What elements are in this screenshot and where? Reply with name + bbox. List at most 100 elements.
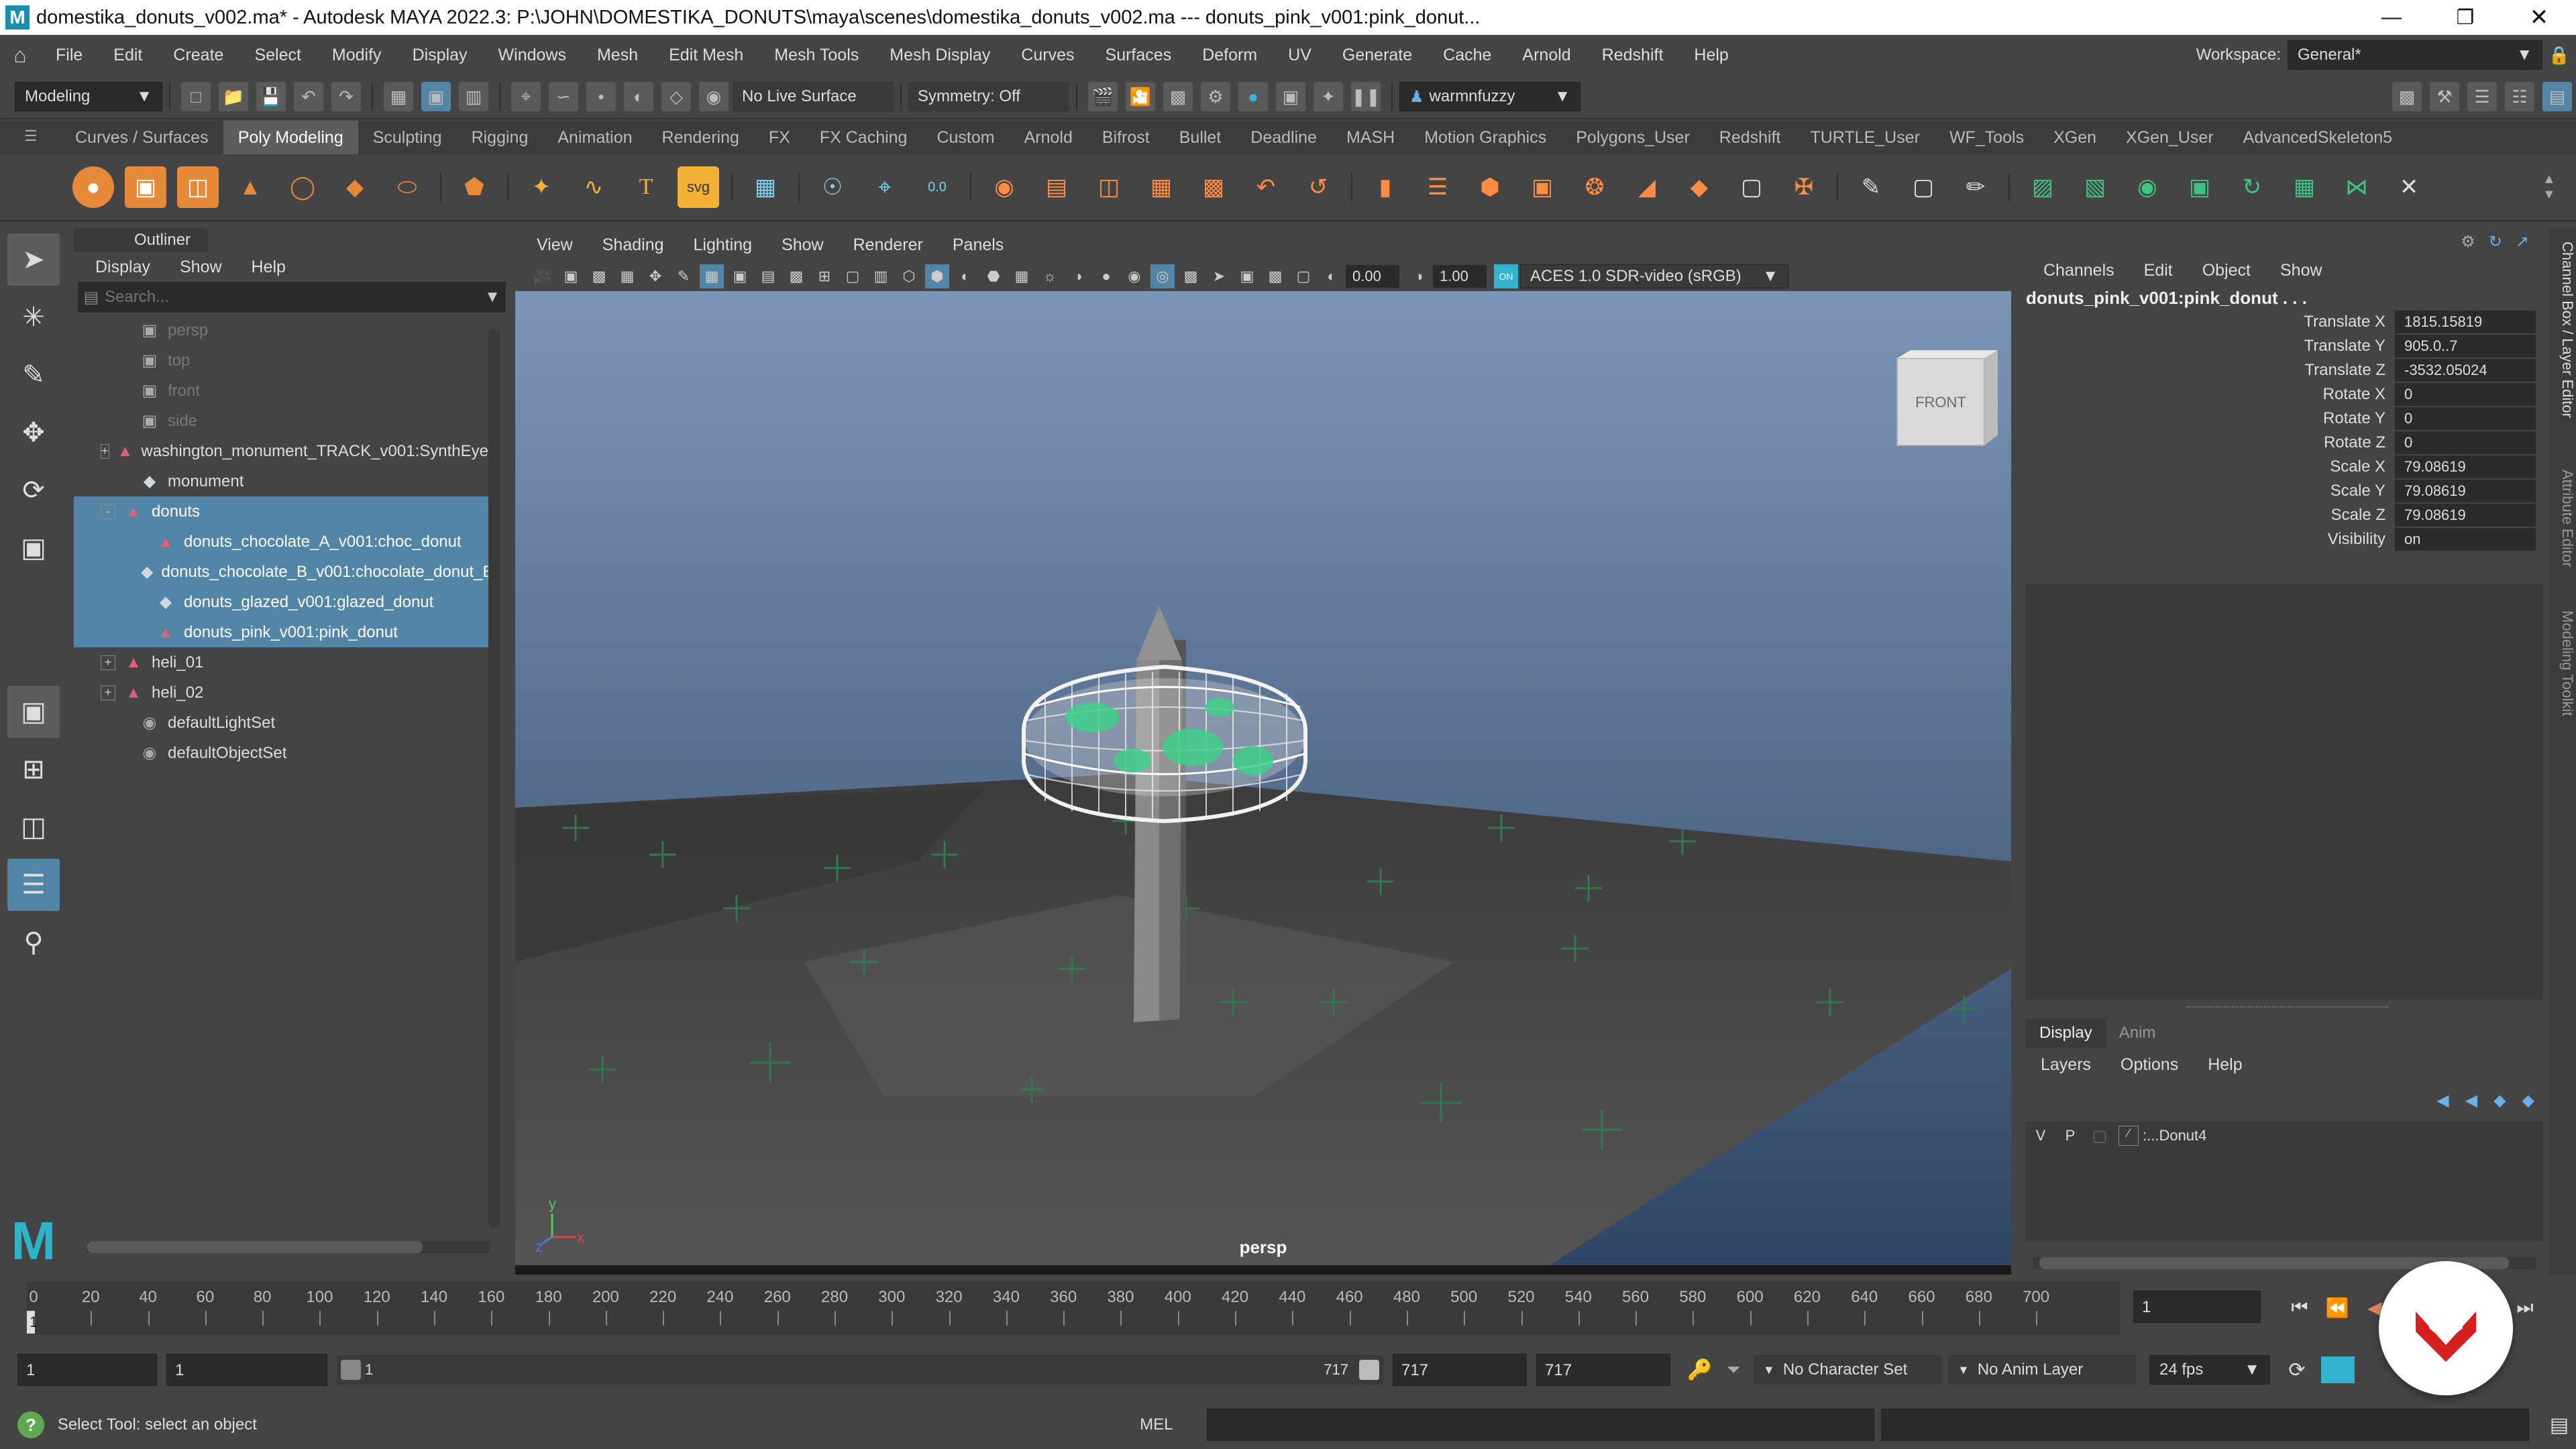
display-layer-row[interactable]: V P ▢ ∕ :...Donut4 (2026, 1122, 2542, 1150)
channel-row[interactable]: Translate Z -3532.05024 (2019, 358, 2549, 382)
paint-select-icon[interactable]: ✎ (7, 349, 60, 401)
channel-box-sync-icon[interactable]: ↻ (2489, 232, 2502, 252)
expand-toggle[interactable]: + (101, 655, 115, 670)
channel-row[interactable]: Rotate Y0 (2019, 407, 2549, 431)
expand-toggle[interactable]: + (101, 685, 115, 700)
make-live-icon[interactable]: ◉ (699, 82, 729, 111)
select-tool-icon[interactable]: ➤ (7, 233, 60, 286)
camera-attributes-icon[interactable]: ▣ (559, 264, 583, 288)
extrude-icon[interactable]: ▮ (1364, 166, 1406, 208)
go-to-start-icon[interactable]: ⏮ (2281, 1297, 2318, 1319)
outliner-menu-display[interactable]: Display (80, 252, 165, 282)
safe-title-icon[interactable]: ▥ (869, 264, 893, 288)
redo-icon[interactable]: ↷ (331, 82, 361, 111)
channel-label[interactable]: Scale X (2019, 458, 2395, 476)
shelf-tab-arnold[interactable]: Arnold (1010, 121, 1087, 154)
viewport-menu-renderer[interactable]: Renderer (839, 228, 938, 262)
open-scene-icon[interactable]: 📁 (219, 82, 248, 111)
view-cube[interactable]: FRONT (1896, 350, 1998, 446)
cut-uv-icon[interactable]: ✕ (2388, 166, 2430, 208)
shelf-tab-bullet[interactable]: Bullet (1165, 121, 1236, 154)
textured-icon[interactable]: ▦ (1010, 264, 1034, 288)
isolate-select-icon[interactable]: ➤ (1207, 264, 1231, 288)
poke-icon[interactable]: ▣ (1521, 166, 1563, 208)
cache-playback-icon[interactable] (2321, 1356, 2355, 1383)
render-frame-icon[interactable]: 🎦 (1126, 82, 1155, 111)
outliner-item[interactable]: ◉ defaultLightSet (74, 708, 488, 738)
two-view-layout-icon[interactable]: ◫ (7, 801, 60, 853)
shelf-tab-fx[interactable]: FX (754, 121, 805, 154)
bevel-icon[interactable]: ⬢ (1469, 166, 1511, 208)
menu-mesh[interactable]: Mesh (582, 35, 653, 75)
channel-label[interactable]: Translate Z (2019, 361, 2395, 380)
layer-menu-layers[interactable]: Layers (2026, 1049, 2106, 1080)
append-polygon-icon[interactable]: ✠ (1783, 166, 1825, 208)
shelf-tab-poly-modeling[interactable]: Poly Modeling (223, 121, 358, 154)
target-weld-icon[interactable]: ▢ (1902, 166, 1944, 208)
outliner-item[interactable]: - ▲ donuts (74, 496, 488, 527)
exposure-field[interactable]: 0.00 (1346, 265, 1399, 288)
shelf-settings-icon[interactable]: ☰ (24, 127, 44, 148)
render-view-icon[interactable]: 🎬 (1088, 82, 1118, 111)
outliner-item[interactable]: ◉ defaultObjectSet (74, 738, 488, 768)
channel-label[interactable]: Translate Y (2019, 337, 2395, 356)
spherical-uv-icon[interactable]: ◉ (2127, 166, 2168, 208)
expand-toggle[interactable]: + (101, 443, 109, 459)
channel-row[interactable]: Visibility on (2019, 527, 2549, 551)
shelf-tab-wf-tools[interactable]: WF_Tools (1935, 121, 2039, 154)
channel-value-field[interactable]: -3532.05024 (2395, 359, 2536, 382)
menu-select[interactable]: Select (239, 35, 316, 75)
menu-cache[interactable]: Cache (1428, 35, 1507, 75)
wireframe-icon[interactable]: ⬡ (897, 264, 921, 288)
automatic-uv-icon[interactable]: ▣ (2179, 166, 2220, 208)
channel-value-field[interactable]: 79.08619 (2395, 480, 2536, 502)
key-icon[interactable]: ⏷ (1720, 1359, 1747, 1381)
mel-label[interactable]: MEL (1140, 1415, 1193, 1434)
search-icon[interactable]: ⚲ (7, 916, 60, 969)
menu-edit[interactable]: Edit (98, 35, 158, 75)
xray-components-icon[interactable]: ▢ (1291, 264, 1316, 288)
ipr-render-icon[interactable]: ▩ (1163, 82, 1193, 111)
outliner-item[interactable]: ▣ persp (74, 315, 488, 345)
boolean-icon[interactable]: ▩ (1193, 166, 1234, 208)
poly-plane-icon[interactable]: ◆ (334, 166, 376, 208)
default-material-icon[interactable]: ◐ (953, 264, 977, 288)
attribute-editor-icon[interactable]: ☰ (2467, 82, 2497, 111)
sew-uv-icon[interactable]: ⋈ (2336, 166, 2377, 208)
layer-tab-anim[interactable]: Anim (2106, 1018, 2169, 1048)
outliner-item[interactable]: ▲ donuts_chocolate_A_v001:choc_donut (74, 527, 488, 557)
shelf-tab-redshift[interactable]: Redshift (1705, 121, 1796, 154)
separate-icon[interactable]: ▤ (1036, 166, 1077, 208)
viewport-menu-show[interactable]: Show (767, 228, 839, 262)
expand-toggle[interactable]: - (101, 504, 115, 519)
minimize-button[interactable]: — (2355, 6, 2428, 29)
channel-label[interactable]: Visibility (2019, 530, 2395, 549)
auto-key-icon[interactable]: 🔑 (1680, 1358, 1720, 1382)
shelf-tab-advancedskeleton5[interactable]: AdvancedSkeleton5 (2229, 121, 2407, 154)
new-layer-icon[interactable]: ◆ (2493, 1091, 2506, 1110)
outliner-item[interactable]: ◆ donuts_chocolate_B_v001:chocolate_donut… (74, 557, 488, 587)
poly-sphere-icon[interactable]: ● (72, 166, 114, 208)
outliner-item[interactable]: + ▲ heli_01 (74, 647, 488, 678)
channel-value-field[interactable]: on (2395, 528, 2536, 551)
channel-box-menu-show[interactable]: Show (2265, 255, 2337, 286)
fill-hole-icon[interactable]: ▢ (1731, 166, 1772, 208)
use-lights-icon[interactable]: ☼ (1038, 264, 1062, 288)
mirror-icon[interactable]: ↶ (1245, 166, 1287, 208)
shelf-tab-custom[interactable]: Custom (922, 121, 1009, 154)
gamma-field[interactable]: 1.00 (1433, 265, 1487, 288)
xray-icon[interactable]: ▣ (1235, 264, 1259, 288)
layer-tab-display[interactable]: Display (2026, 1018, 2106, 1048)
outliner-scrollbar[interactable] (488, 329, 500, 1228)
combine-icon[interactable]: ◉ (983, 166, 1025, 208)
channel-value-field[interactable]: 1815.15819 (2395, 311, 2536, 333)
lasso-tool-icon[interactable]: ✳ (7, 291, 60, 343)
poly-cylinder-icon[interactable]: ◫ (177, 166, 219, 208)
shelf-scroll-icon[interactable]: ▲ ▼ (2542, 172, 2563, 203)
menu-redshift[interactable]: Redshift (1587, 35, 1679, 75)
save-scene-icon[interactable]: 💾 (256, 82, 286, 111)
channel-row[interactable]: Rotate X0 (2019, 382, 2549, 407)
reset-transform-icon[interactable]: ⌖ (864, 166, 906, 208)
shelf-tab-sculpting[interactable]: Sculpting (358, 121, 457, 154)
outliner-item[interactable]: + ▲ heli_02 (74, 678, 488, 708)
